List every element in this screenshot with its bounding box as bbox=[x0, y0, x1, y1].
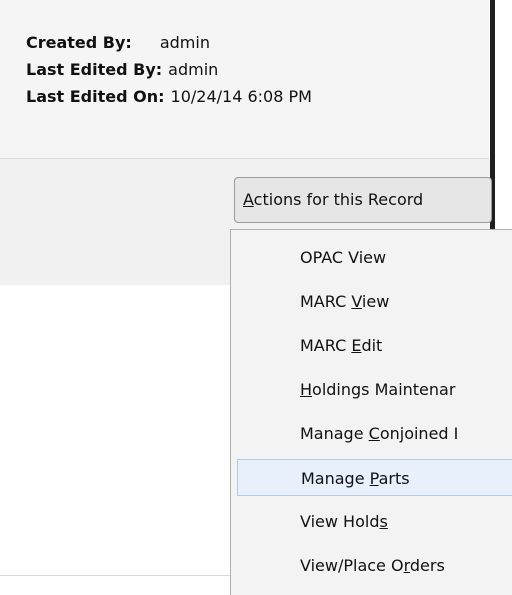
menu-item-text: Manage bbox=[301, 469, 370, 488]
last-edited-by-label: Last Edited By: bbox=[26, 60, 163, 79]
actions-button-label: ctions for this Record bbox=[253, 190, 424, 209]
menu-item-accel: C bbox=[368, 424, 380, 443]
menu-item-marc-edit[interactable]: MARC Edit bbox=[237, 327, 512, 364]
created-by-value: admin bbox=[159, 33, 210, 52]
actions-for-record-button[interactable]: Actions for this Record bbox=[234, 177, 492, 223]
menu-item-text-rest: ders bbox=[409, 556, 445, 575]
menu-item-text: Manage bbox=[300, 424, 369, 443]
created-by-row: Created By: admin bbox=[26, 29, 312, 56]
menu-item-manage-conjoined[interactable]: Manage Conjoined I bbox=[237, 415, 512, 452]
menu-item-accel: s bbox=[379, 512, 388, 531]
menu-item-text: OPAC View bbox=[300, 248, 387, 267]
actions-dropdown-menu: OPAC View MARC View MARC Edit Holdings M… bbox=[230, 229, 512, 595]
menu-item-marc-view[interactable]: MARC View bbox=[237, 283, 512, 320]
menu-item-opac-view[interactable]: OPAC View bbox=[237, 239, 512, 276]
menu-item-accel: H bbox=[300, 380, 313, 399]
created-by-label: Created By: bbox=[26, 33, 132, 52]
last-edited-by-value: admin bbox=[168, 60, 219, 79]
menu-item-accel: V bbox=[351, 292, 362, 311]
menu-item-text-rest: onjoined I bbox=[379, 424, 459, 443]
menu-item-manage-parts[interactable]: Manage Parts bbox=[237, 459, 512, 496]
menu-item-text: MARC bbox=[300, 336, 352, 355]
menu-item-text-rest: oldings Maintenar bbox=[312, 380, 456, 399]
menu-item-text-rest: dit bbox=[361, 336, 383, 355]
last-edited-on-label: Last Edited On: bbox=[26, 87, 165, 106]
right-pane bbox=[495, 0, 512, 229]
menu-item-text-rest: arts bbox=[378, 469, 410, 488]
menu-item-text-rest: iew bbox=[361, 292, 390, 311]
divider-line bbox=[0, 575, 230, 576]
menu-item-accel: E bbox=[351, 336, 362, 355]
menu-item-accel: P bbox=[369, 469, 379, 488]
last-edited-by-row: Last Edited By: admin bbox=[26, 56, 312, 83]
menu-item-view-place-orders[interactable]: View/Place Orders bbox=[237, 547, 512, 584]
menu-item-holdings-maintenance[interactable]: Holdings Maintenar bbox=[237, 371, 512, 408]
menu-item-view-holds[interactable]: View Holds bbox=[237, 503, 512, 540]
menu-item-text: MARC bbox=[300, 292, 352, 311]
menu-item-text: View Hold bbox=[300, 512, 380, 531]
last-edited-on-row: Last Edited On: 10/24/14 6:08 PM bbox=[26, 83, 312, 110]
menu-item-text: View/Place O bbox=[300, 556, 404, 575]
last-edited-on-value: 10/24/14 6:08 PM bbox=[170, 87, 312, 106]
record-metadata: Created By: admin Last Edited By: admin … bbox=[26, 29, 312, 110]
actions-button-accel: A bbox=[243, 190, 254, 209]
